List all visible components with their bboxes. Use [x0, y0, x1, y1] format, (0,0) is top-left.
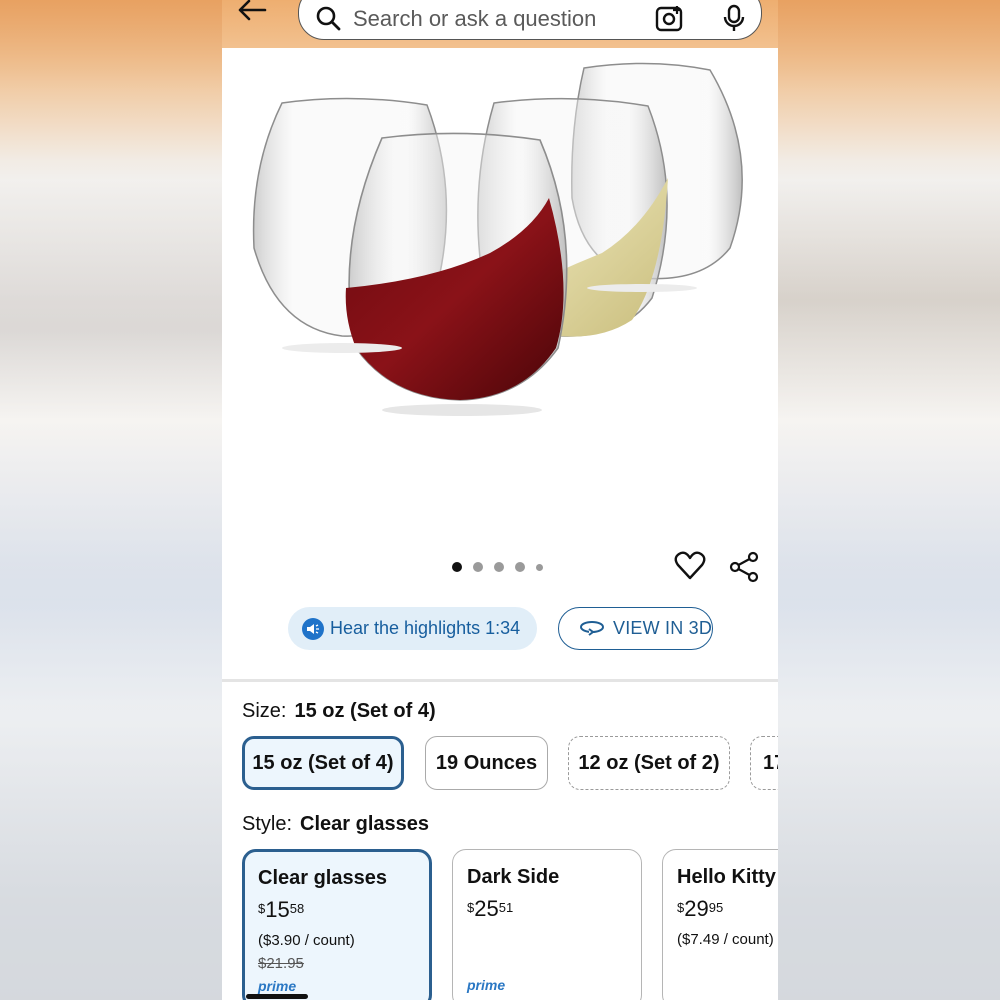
price-whole: 15 [265, 897, 290, 922]
price-currency: $ [467, 900, 475, 915]
style-card-hello-kitty[interactable]: Hello Kitty $ 29 95 ($7.49 / count) [662, 849, 778, 1000]
camera-icon[interactable] [655, 0, 685, 32]
style-card-price: $ 25 51 [467, 897, 627, 921]
list-price: $21.95 [258, 955, 304, 972]
audio-icon [302, 617, 324, 640]
style-card-dark-side[interactable]: Dark Side $ 25 51 prime [452, 849, 642, 1000]
share-button[interactable] [728, 551, 760, 588]
search-icon [315, 0, 341, 31]
share-icon [729, 551, 759, 583]
style-card-clear-glasses[interactable]: Clear glasses $ 15 58 ($3.90 / count) $2… [242, 849, 432, 1000]
pagination-dot[interactable] [536, 563, 543, 571]
size-heading: Size: 15 oz (Set of 4) [242, 700, 436, 723]
wishlist-button[interactable] [674, 550, 706, 587]
price-whole: 25 [474, 896, 499, 921]
style-selected-value: Clear glasses [300, 813, 430, 835]
pagination-dot[interactable] [494, 562, 504, 572]
prime-badge: prime [467, 977, 506, 993]
section-divider [222, 679, 778, 682]
rotate-3d-icon [580, 620, 604, 636]
pagination-dot[interactable] [452, 562, 462, 572]
style-card-name: Dark Side [467, 866, 560, 888]
price-currency: $ [258, 901, 266, 916]
unit-price: ($3.90 / count) [258, 932, 355, 949]
unit-price: ($7.49 / count) [677, 931, 774, 948]
hear-highlights-button[interactable]: Hear the highlights 1:34 [288, 607, 537, 650]
style-options: Clear glasses $ 15 58 ($3.90 / count) $2… [242, 849, 778, 1000]
search-input[interactable]: Search or ask a question [353, 0, 655, 32]
header-bar: Search or ask a question [222, 0, 778, 48]
pagination-dot[interactable] [473, 562, 483, 572]
size-option-19oz[interactable]: 19 Ounces [425, 736, 548, 790]
pagination-dot[interactable] [515, 562, 525, 572]
microphone-icon[interactable] [723, 0, 745, 32]
price-whole: 29 [684, 896, 709, 921]
search-bar[interactable]: Search or ask a question [298, 0, 762, 40]
background-blur-right [778, 0, 1000, 1000]
size-option-15oz[interactable]: 15 oz (Set of 4) [242, 736, 404, 790]
background-blur-left [0, 0, 222, 1000]
price-currency: $ [677, 900, 685, 915]
view-in-3d-button[interactable]: VIEW IN 3D [558, 607, 713, 650]
product-image-gallery[interactable] [222, 48, 778, 548]
view-in-3d-label: VIEW IN 3D [613, 618, 713, 638]
price-fraction: 95 [708, 900, 724, 915]
gallery-pagination [452, 562, 543, 572]
back-button[interactable] [234, 0, 270, 26]
size-option-12oz[interactable]: 12 oz (Set of 2) [568, 736, 730, 790]
home-indicator [246, 994, 308, 999]
app-screen: Search or ask a question Hear the highli… [222, 0, 778, 1000]
back-arrow-icon [238, 0, 267, 21]
size-options: 15 oz (Set of 4) 19 Ounces 12 oz (Set of… [242, 736, 778, 792]
price-fraction: 58 [289, 901, 305, 916]
wine-glasses-image [252, 62, 743, 416]
style-heading: Style: Clear glasses [242, 813, 429, 836]
style-card-price: $ 29 95 [677, 897, 778, 921]
prime-badge: prime [258, 978, 297, 994]
style-card-name: Clear glasses [258, 867, 387, 889]
size-option-17oz[interactable]: 17 [750, 736, 778, 790]
price-fraction: 51 [498, 900, 514, 915]
hear-highlights-label: Hear the highlights 1:34 [330, 618, 521, 638]
style-card-price: $ 15 58 [258, 898, 416, 922]
size-label: Size: [242, 700, 287, 722]
size-selected-value: 15 oz (Set of 4) [294, 700, 436, 722]
style-label: Style: [242, 813, 293, 835]
heart-icon [674, 551, 706, 580]
style-card-name: Hello Kitty [677, 866, 776, 888]
